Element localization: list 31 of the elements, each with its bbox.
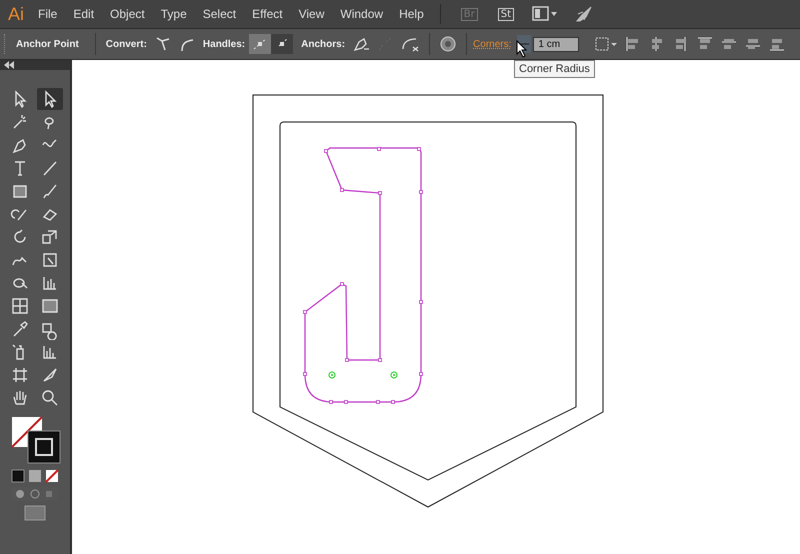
pen-minus-icon[interactable] [352, 35, 370, 53]
handles-button[interactable] [271, 34, 294, 54]
menu-item[interactable]: View [298, 7, 324, 21]
tool-name: Anchor Point [16, 38, 79, 50]
workspace-layout-icon[interactable] [532, 5, 558, 23]
menu-item[interactable]: Object [110, 7, 145, 21]
screen-mode-icon[interactable] [24, 505, 46, 521]
gradient-mode-icon[interactable] [28, 469, 42, 483]
none-mode-icon[interactable] [45, 469, 59, 483]
rocket-icon[interactable] [574, 5, 594, 23]
anchors-label: Anchors: [301, 38, 346, 50]
menu-item[interactable]: Help [399, 7, 424, 21]
tooltip: Corner Radius [514, 60, 595, 78]
direct-selection-tool-icon[interactable] [37, 88, 63, 110]
corner-radius-field[interactable]: 1 cm [533, 36, 580, 52]
app-logo: Ai [8, 4, 24, 24]
mouse-cursor-icon [516, 40, 528, 58]
selected-letter-path[interactable] [303, 147, 423, 404]
menu-item[interactable]: Edit [73, 7, 94, 21]
align-to-icon[interactable] [594, 35, 618, 53]
menu-item[interactable]: Effect [252, 7, 283, 21]
menu-item[interactable]: Type [160, 7, 187, 21]
menu-item[interactable]: Select [202, 7, 236, 21]
menu-item[interactable]: File [38, 7, 58, 21]
isolate-icon[interactable] [439, 35, 458, 53]
handles-label: Handles: [202, 38, 246, 50]
convert-label: Convert: [106, 38, 147, 50]
color-mode-icon[interactable] [11, 469, 25, 483]
handles-button[interactable] [249, 34, 272, 54]
menu-item[interactable]: Window [340, 7, 384, 21]
app-switch-button[interactable]: St [498, 8, 514, 20]
